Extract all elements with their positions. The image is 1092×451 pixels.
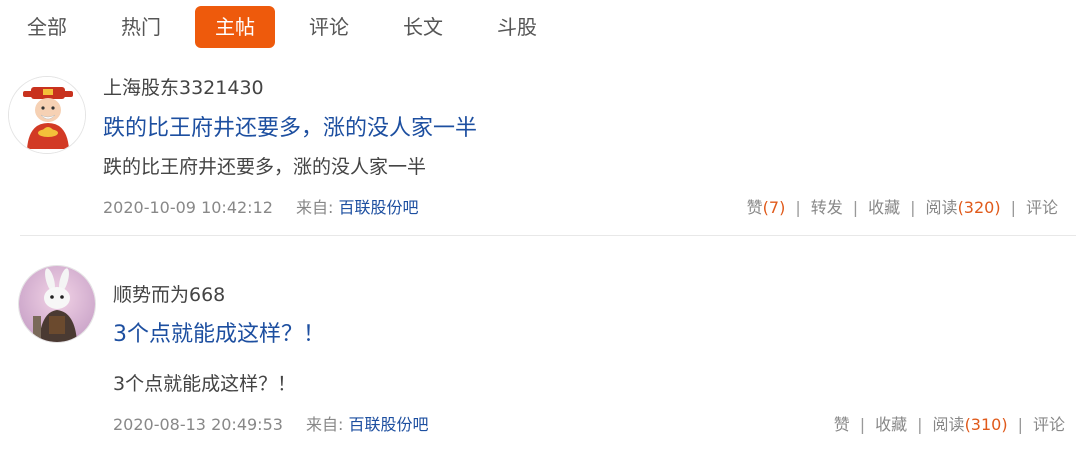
- post-actions: 赞 | 收藏 | 阅读(310) | 评论: [834, 411, 1065, 435]
- post-excerpt: 跌的比王府井还要多，涨的没人家一半: [103, 156, 427, 178]
- forward-button[interactable]: 转发: [811, 198, 843, 217]
- forum-link[interactable]: 百联股份吧: [349, 415, 429, 434]
- like-button[interactable]: 赞: [834, 415, 850, 434]
- forum-link[interactable]: 百联股份吧: [339, 198, 419, 217]
- tab-all[interactable]: 全部: [14, 6, 80, 48]
- comment-button[interactable]: 评论: [1033, 415, 1065, 434]
- fortune-god-avatar-icon: [9, 77, 85, 153]
- post-time: 2020-08-13 20:49:53: [113, 415, 283, 434]
- comment-button[interactable]: 评论: [1026, 198, 1058, 217]
- tab-main-posts[interactable]: 主帖: [195, 6, 275, 48]
- post-excerpt: 3个点就能成这样？！: [113, 373, 297, 395]
- like-button[interactable]: 赞(7): [747, 198, 786, 217]
- divider: |: [917, 415, 923, 434]
- rabbit-warrior-avatar-icon: [19, 266, 95, 342]
- divider: |: [859, 415, 866, 434]
- read-count-button[interactable]: 阅读(310): [933, 415, 1008, 434]
- post-title[interactable]: 跌的比王府井还要多，涨的没人家一半: [103, 110, 477, 142]
- read-count-button[interactable]: 阅读(320): [926, 198, 1001, 217]
- read-count: (310): [964, 415, 1008, 434]
- from-label: 来自:: [296, 198, 334, 217]
- post-meta: 2020-08-13 20:49:53 来自: 百联股份吧: [113, 411, 429, 435]
- post-author[interactable]: 上海股东3321430: [103, 73, 264, 100]
- tab-stock-battle[interactable]: 斗股: [484, 6, 550, 48]
- divider: |: [852, 198, 859, 217]
- tab-long-articles[interactable]: 长文: [390, 6, 456, 48]
- from-label: 来自:: [306, 415, 344, 434]
- read-count: (320): [957, 198, 1001, 217]
- divider: |: [1010, 198, 1016, 217]
- tab-hot[interactable]: 热门: [108, 6, 174, 48]
- post-author[interactable]: 顺势而为668: [113, 280, 225, 307]
- divider: |: [795, 198, 801, 217]
- divider: |: [910, 198, 916, 217]
- post-divider: [20, 235, 1076, 236]
- divider: |: [1017, 415, 1023, 434]
- post-meta: 2020-10-09 10:42:12 来自: 百联股份吧: [103, 194, 419, 218]
- post-title[interactable]: 3个点就能成这样？！: [113, 316, 325, 348]
- post-actions: 赞(7) | 转发 | 收藏 | 阅读(320) | 评论: [747, 194, 1058, 218]
- like-label: 赞: [746, 198, 763, 217]
- favorite-button[interactable]: 收藏: [868, 198, 900, 217]
- post-time: 2020-10-09 10:42:12: [103, 198, 273, 217]
- filter-tabs: 全部 热门 主帖 评论 长文 斗股: [0, 6, 1092, 48]
- avatar[interactable]: [8, 76, 86, 154]
- read-label: 阅读: [932, 415, 965, 434]
- like-count: (7): [762, 198, 786, 217]
- tab-comments[interactable]: 评论: [296, 6, 362, 48]
- read-label: 阅读: [925, 198, 958, 217]
- avatar[interactable]: [18, 265, 96, 343]
- favorite-button[interactable]: 收藏: [875, 415, 907, 434]
